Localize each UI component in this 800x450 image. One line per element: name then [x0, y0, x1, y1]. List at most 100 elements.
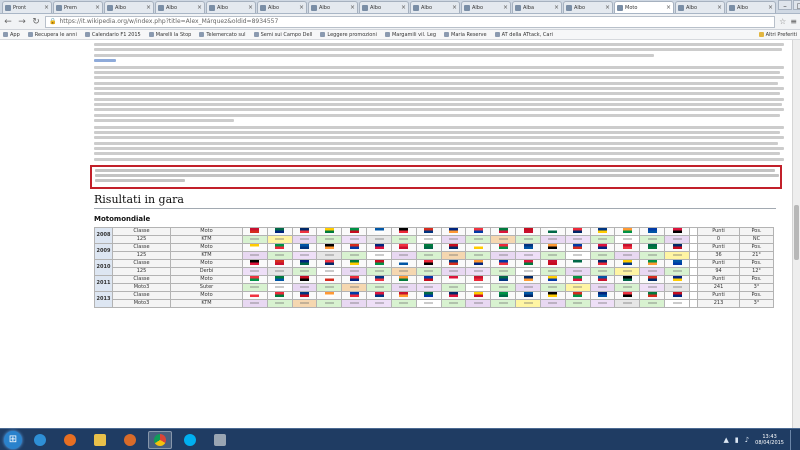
race-flag-cell[interactable]	[539, 258, 566, 268]
tab-close-icon[interactable]: ×	[248, 4, 253, 11]
race-flag-cell[interactable]	[465, 290, 492, 300]
race-flag-cell[interactable]	[614, 242, 641, 252]
reload-icon[interactable]: ↻	[31, 17, 41, 27]
race-flag-cell[interactable]	[341, 242, 368, 252]
browser-tab[interactable]: Albo ×	[308, 1, 358, 13]
race-flag-cell[interactable]	[242, 258, 268, 268]
race-flag-cell[interactable]	[515, 242, 541, 252]
tab-close-icon[interactable]: ×	[44, 4, 49, 11]
race-flag-cell[interactable]	[564, 258, 591, 268]
race-flag-cell[interactable]	[614, 258, 641, 268]
race-flag-cell[interactable]	[390, 242, 417, 252]
race-flag-cell[interactable]	[242, 290, 268, 300]
race-flag-cell[interactable]	[539, 290, 566, 300]
race-flag-cell[interactable]	[515, 226, 541, 236]
race-flag-cell[interactable]	[440, 290, 467, 300]
race-flag-cell[interactable]	[415, 258, 442, 268]
race-flag-cell[interactable]	[515, 258, 541, 268]
tab-close-icon[interactable]: ×	[717, 4, 722, 11]
race-flag-cell[interactable]	[440, 274, 467, 284]
browser-tab[interactable]: Albo ×	[563, 1, 613, 13]
race-flag-cell[interactable]	[639, 242, 666, 252]
race-flag-cell[interactable]	[614, 226, 641, 236]
race-flag-cell[interactable]	[490, 290, 517, 300]
browser-tab[interactable]: Albo ×	[206, 1, 256, 13]
bookmark-item[interactable]: Margamili vil. Leg	[384, 32, 436, 38]
race-flag-cell[interactable]	[589, 258, 616, 268]
url-field[interactable]: 🔒 https://it.wikipedia.org/w/index.php?t…	[45, 15, 776, 28]
forward-icon[interactable]: →	[17, 17, 27, 27]
race-flag-cell[interactable]	[390, 274, 417, 284]
race-flag-cell[interactable]	[316, 242, 343, 252]
clock[interactable]: 13:43 08/04/2015	[755, 434, 784, 446]
browser-tab[interactable]: Albo ×	[675, 1, 725, 13]
bookmark-item[interactable]: Marelli la Stop	[148, 32, 191, 38]
bike-value[interactable]: KTM	[170, 234, 243, 244]
minimize-button[interactable]: –	[778, 0, 792, 10]
back-icon[interactable]: ←	[3, 17, 13, 27]
bookmark-item[interactable]: App	[3, 32, 20, 38]
race-flag-cell[interactable]	[316, 274, 343, 284]
other-bookmarks[interactable]: Altri Preferiti	[758, 32, 797, 38]
race-flag-cell[interactable]	[664, 290, 690, 300]
browser-tab[interactable]: Albo ×	[104, 1, 154, 13]
browser-tab[interactable]: Albo ×	[410, 1, 460, 13]
season-year-link[interactable]: 2008	[94, 226, 113, 244]
race-flag-cell[interactable]	[589, 226, 616, 236]
bookmark-item[interactable]: Telemercato sul	[199, 32, 246, 38]
race-flag-cell[interactable]	[266, 226, 293, 236]
race-flag-cell[interactable]	[440, 258, 467, 268]
tab-close-icon[interactable]: ×	[350, 4, 355, 11]
race-flag-cell[interactable]	[589, 290, 616, 300]
taskbar-ie-icon[interactable]	[28, 431, 52, 449]
season-year-link[interactable]: 2013	[94, 290, 113, 308]
race-flag-cell[interactable]	[316, 290, 343, 300]
race-flag-cell[interactable]	[366, 226, 392, 236]
season-year-link[interactable]: 2009	[94, 242, 113, 260]
race-flag-cell[interactable]	[341, 290, 368, 300]
race-flag-cell[interactable]	[664, 242, 690, 252]
race-flag-cell[interactable]	[390, 290, 417, 300]
race-flag-cell[interactable]	[266, 274, 293, 284]
race-flag-cell[interactable]	[366, 290, 392, 300]
race-flag-cell[interactable]	[614, 290, 641, 300]
race-flag-cell[interactable]	[539, 226, 566, 236]
class-value[interactable]: Moto3	[112, 282, 171, 292]
network-icon[interactable]: ▮	[735, 436, 739, 444]
browser-tab[interactable]: Albo ×	[461, 1, 511, 13]
race-flag-cell[interactable]	[291, 274, 318, 284]
race-flag-cell[interactable]	[589, 274, 616, 284]
race-flag-cell[interactable]	[242, 274, 268, 284]
browser-tab[interactable]: Moto ×	[614, 1, 674, 13]
tab-close-icon[interactable]: ×	[768, 4, 773, 11]
race-flag-cell[interactable]	[564, 226, 591, 236]
race-flag-cell[interactable]	[242, 242, 268, 252]
race-flag-cell[interactable]	[639, 226, 666, 236]
show-desktop-button[interactable]	[790, 429, 796, 450]
taskbar-media-icon[interactable]	[118, 431, 142, 449]
race-flag-cell[interactable]	[639, 258, 666, 268]
tab-close-icon[interactable]: ×	[666, 4, 671, 11]
race-flag-cell[interactable]	[490, 242, 517, 252]
bike-value[interactable]: Derbi	[170, 266, 243, 276]
bike-value[interactable]: KTM	[170, 298, 243, 308]
taskbar-app-icon[interactable]	[208, 431, 232, 449]
browser-tab[interactable]: Pront ×	[2, 1, 52, 13]
browser-tab[interactable]: Albo ×	[155, 1, 205, 13]
class-value[interactable]: Moto3	[112, 298, 171, 308]
race-flag-cell[interactable]	[415, 290, 442, 300]
race-flag-cell[interactable]	[639, 274, 666, 284]
tray-up-arrow-icon[interactable]: ▲	[723, 436, 728, 444]
race-flag-cell[interactable]	[664, 226, 690, 236]
race-flag-cell[interactable]	[515, 290, 541, 300]
browser-tab[interactable]: Alba ×	[512, 1, 562, 13]
race-flag-cell[interactable]	[440, 242, 467, 252]
browser-tab[interactable]: Albo ×	[726, 1, 776, 13]
race-flag-cell[interactable]	[539, 274, 566, 284]
race-flag-cell[interactable]	[390, 226, 417, 236]
scrollbar-thumb[interactable]	[794, 205, 799, 260]
race-flag-cell[interactable]	[390, 258, 417, 268]
race-flag-cell[interactable]	[490, 226, 517, 236]
race-flag-cell[interactable]	[291, 290, 318, 300]
race-flag-cell[interactable]	[465, 226, 492, 236]
